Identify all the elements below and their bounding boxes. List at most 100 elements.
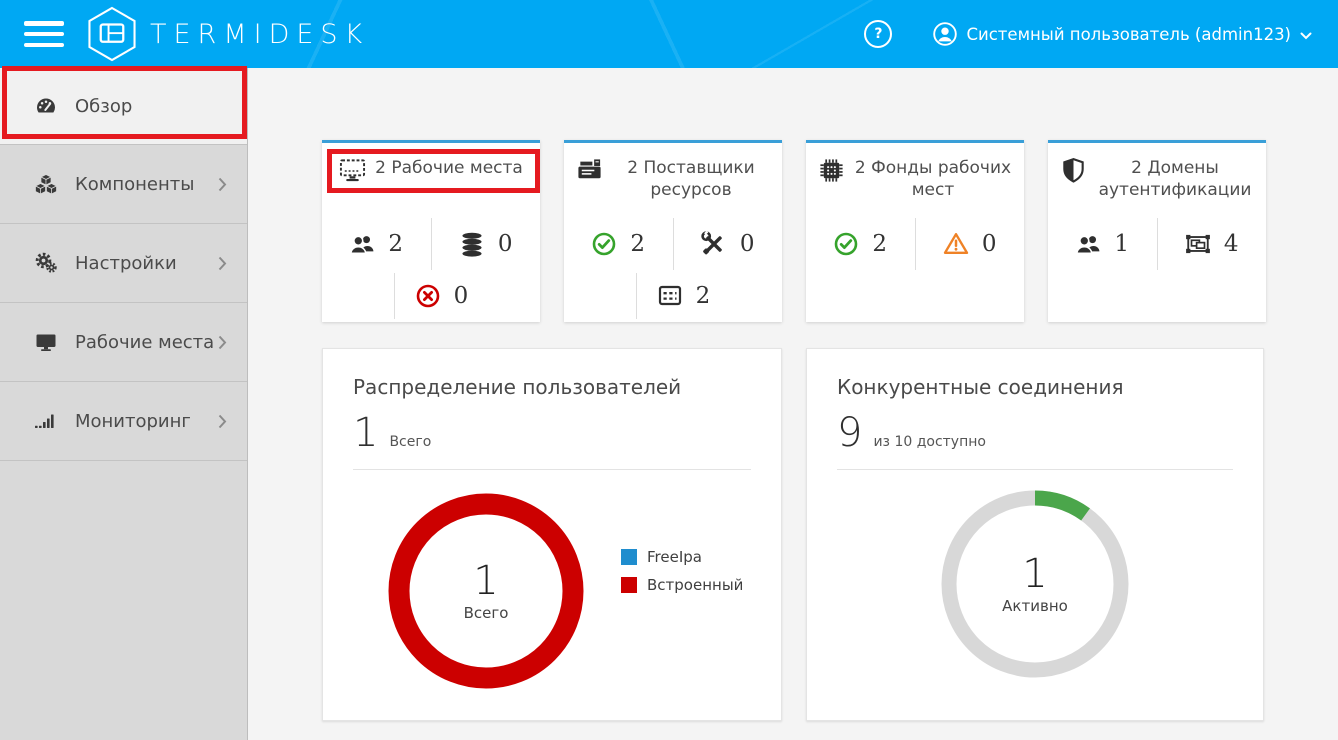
brand-logo: TERMIDESK xyxy=(86,6,369,62)
panel-big-value: 9 xyxy=(837,413,862,453)
menu-toggle-button[interactable] xyxy=(24,21,64,47)
sidebar: Обзор Компоненты xyxy=(0,68,248,740)
panel-concurrent-connections: Конкурентные соединения 9 из 10 доступно… xyxy=(806,348,1264,721)
sidebar-item-monitoring[interactable]: Мониторинг xyxy=(0,382,247,461)
card-resource-providers[interactable]: 2 Поставщики ресурсов 2 xyxy=(564,140,782,322)
stat-value: 1 xyxy=(1114,231,1129,257)
stat-ok: 2 xyxy=(564,231,673,257)
sidebar-item-label: Рабочие места xyxy=(75,332,214,353)
stat-row: 2 0 xyxy=(322,218,540,270)
card-title-label: 2 Фонды рабочих мест xyxy=(854,158,1012,202)
stat-users: 2 xyxy=(322,231,431,257)
panel-big-value: 1 xyxy=(353,413,378,453)
panel-big-label: Всего xyxy=(389,434,431,450)
stat-value: 2 xyxy=(872,231,887,257)
main-content: 2 Рабочие места 2 xyxy=(248,68,1338,740)
summary-cards-row: 2 Рабочие места 2 xyxy=(322,140,1266,322)
monitoring-icon xyxy=(34,409,58,433)
card-workplaces-title: 2 Рабочие места xyxy=(322,143,540,218)
stat-row: 2 xyxy=(564,270,782,322)
stat-row: 0 xyxy=(322,270,540,322)
stat-errors: 0 xyxy=(415,283,469,309)
termidesk-dashboard: { "topbar": { "brand": "TERMIDESK", "hel… xyxy=(0,0,1338,740)
shield-icon xyxy=(1060,157,1087,184)
sidebar-item-components[interactable]: Компоненты xyxy=(0,145,247,224)
user-menu[interactable]: Системный пользователь (admin123) xyxy=(932,21,1312,47)
tools-icon xyxy=(701,231,727,257)
stat-warnings: 0 xyxy=(915,218,1025,270)
stat-maintenance: 0 xyxy=(673,218,783,270)
chevron-right-icon xyxy=(218,256,227,271)
stat-row: 1 4 xyxy=(1048,218,1266,270)
card-title-label: 2 Поставщики ресурсов xyxy=(612,158,770,202)
card-title-label: 2 Домены аутентификации xyxy=(1096,158,1254,202)
check-circle-icon xyxy=(591,231,617,257)
chevron-right-icon xyxy=(218,335,227,350)
warning-triangle-icon xyxy=(943,231,969,257)
brand-wordmark: TERMIDESK xyxy=(150,19,369,50)
legend-label: Встроенный xyxy=(647,576,743,594)
stat-value: 2 xyxy=(630,231,645,257)
card-workplaces[interactable]: 2 Рабочие места 2 xyxy=(322,140,540,322)
times-circle-icon xyxy=(415,283,441,309)
stat-value: 0 xyxy=(740,231,755,257)
panel-title: Распределение пользователей xyxy=(353,375,751,399)
stat-value: 2 xyxy=(388,231,403,257)
workplaces-icon xyxy=(34,330,58,354)
desktop-dashed-icon xyxy=(339,157,366,184)
table-icon xyxy=(657,283,683,309)
stat-row: 2 0 xyxy=(806,218,1024,270)
card-auth-domains-title: 2 Домены аутентификации xyxy=(1048,143,1266,218)
user-avatar-icon xyxy=(932,21,958,47)
stat-ok: 2 xyxy=(806,231,915,257)
sidebar-item-overview[interactable]: Обзор xyxy=(0,68,247,145)
divider xyxy=(636,273,637,319)
resource-provider-icon xyxy=(576,157,603,184)
connections-donut-chart: 1 Активно xyxy=(935,484,1135,684)
card-workplace-pools[interactable]: 2 Фонды рабочих мест 2 0 xyxy=(806,140,1024,322)
card-auth-domains[interactable]: 2 Домены аутентификации 1 xyxy=(1048,140,1266,322)
object-group-icon xyxy=(1185,231,1211,257)
chevron-down-icon xyxy=(1300,32,1312,40)
stat-value: 0 xyxy=(982,231,997,257)
check-circle-icon xyxy=(833,231,859,257)
database-icon xyxy=(459,231,485,257)
chart-legend: FreeIpa Встроенный xyxy=(621,548,743,696)
panel-user-distribution: Распределение пользователей 1 Всего 1 Вс… xyxy=(322,348,782,721)
legend-label: FreeIpa xyxy=(647,548,702,566)
stat-value: 4 xyxy=(1224,231,1239,257)
legend-swatch xyxy=(621,549,637,565)
legend-item: FreeIpa xyxy=(621,548,743,566)
sidebar-item-label: Настройки xyxy=(75,253,177,274)
help-icon[interactable]: ? xyxy=(864,20,892,48)
topbar: TERMIDESK ? Системный пользователь (admi… xyxy=(0,0,1338,68)
sidebar-item-label: Мониторинг xyxy=(75,411,191,432)
card-title-label: 2 Рабочие места xyxy=(375,158,523,180)
components-icon xyxy=(34,172,58,196)
stat-value: 0 xyxy=(454,283,469,309)
card-workplace-pools-title: 2 Фонды рабочих мест xyxy=(806,143,1024,218)
card-resource-providers-title: 2 Поставщики ресурсов xyxy=(564,143,782,218)
stat-value: 2 xyxy=(696,283,711,309)
divider xyxy=(837,469,1233,470)
hexagon-logo-icon xyxy=(86,6,138,62)
panel-big-label: из 10 доступно xyxy=(873,434,986,450)
connections-donut-base xyxy=(949,498,1121,670)
chevron-right-icon xyxy=(218,414,227,429)
stat-value: 0 xyxy=(498,231,513,257)
chip-icon xyxy=(818,157,845,184)
legend-item: Встроенный xyxy=(621,576,743,594)
sidebar-item-settings[interactable]: Настройки xyxy=(0,224,247,303)
stat-users: 1 xyxy=(1048,231,1157,257)
divider xyxy=(394,273,395,319)
stat-row: 2 0 xyxy=(564,218,782,270)
panel-title: Конкурентные соединения xyxy=(837,375,1233,399)
users-icon xyxy=(1075,231,1101,257)
sidebar-item-workplaces[interactable]: Рабочие места xyxy=(0,303,247,382)
sidebar-item-label: Компоненты xyxy=(75,174,194,195)
users-donut-ring xyxy=(399,504,573,678)
chevron-right-icon xyxy=(218,177,227,192)
stat-pools: 0 xyxy=(431,218,541,270)
dashboard-icon xyxy=(34,94,58,118)
legend-swatch xyxy=(621,577,637,593)
